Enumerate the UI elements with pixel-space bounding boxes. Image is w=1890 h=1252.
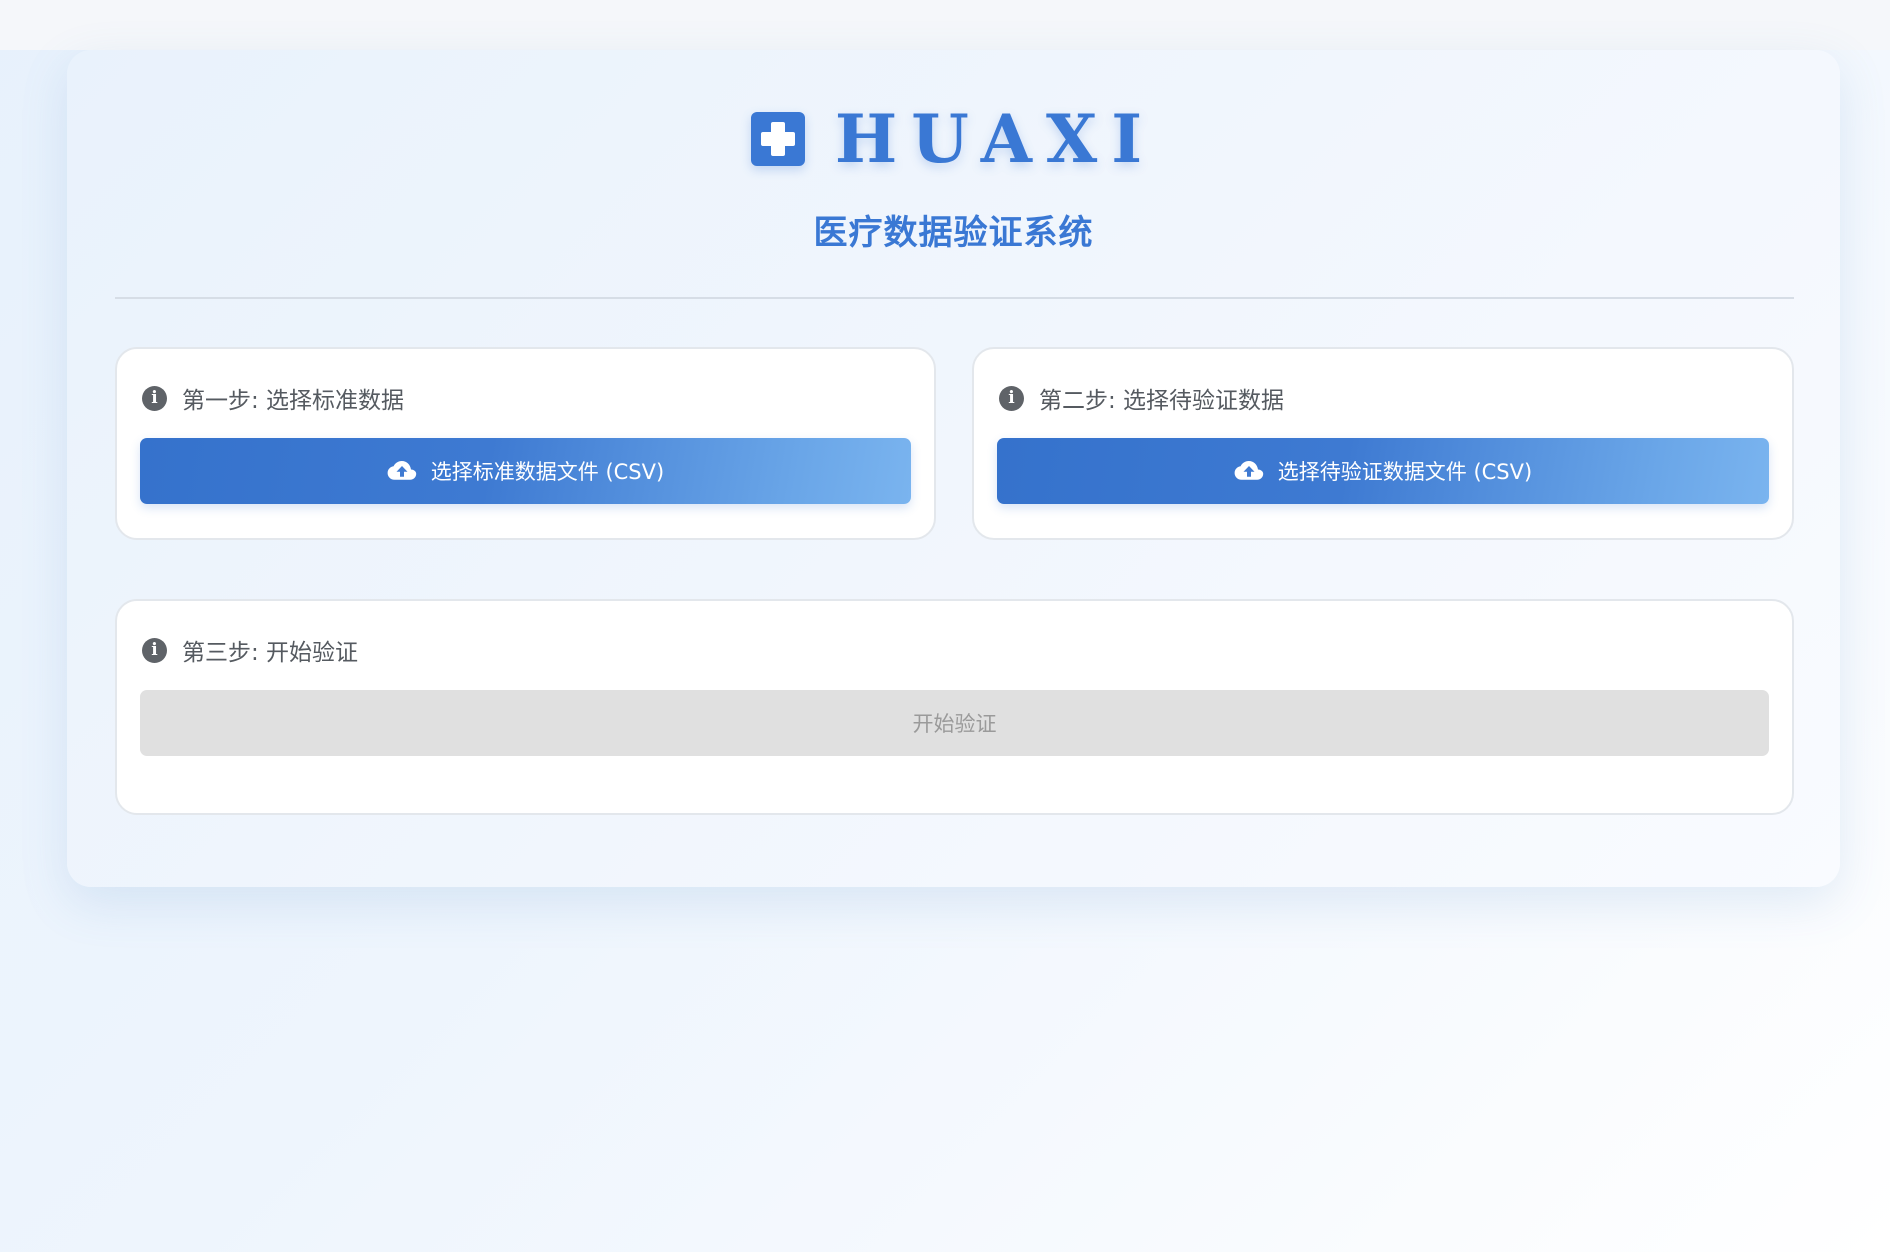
step-1-title: i 第一步: 选择标准数据: [142, 381, 404, 415]
top-bar: [0, 0, 1890, 50]
info-icon: i: [142, 637, 167, 663]
header-divider: [115, 297, 1794, 299]
step-2-panel: i 第二步: 选择待验证数据 选择待验证数据文件 (CSV): [972, 347, 1794, 540]
step-2-title: i 第二步: 选择待验证数据: [999, 381, 1284, 415]
select-standard-file-label: 选择标准数据文件 (CSV): [430, 460, 665, 484]
step-2-title-text: 第二步: 选择待验证数据: [1039, 388, 1285, 414]
select-standard-file-button[interactable]: 选择标准数据文件 (CSV): [140, 438, 911, 504]
page-subtitle: 医疗数据验证系统: [813, 213, 1094, 253]
step-3-title: i 第三步: 开始验证: [142, 633, 358, 667]
step-1-panel: i 第一步: 选择标准数据 选择标准数据文件 (CSV): [115, 347, 936, 540]
info-icon: i: [999, 385, 1024, 411]
step-3-title-text: 第三步: 开始验证: [182, 640, 359, 666]
brand-header: HUAXI: [67, 106, 1840, 172]
main-card: HUAXI 医疗数据验证系统 i 第一步: 选择标准数据 选择标准数据文件 (C…: [67, 50, 1840, 887]
start-validation-button[interactable]: 开始验证: [140, 690, 1769, 756]
brand-name: HUAXI: [834, 100, 1157, 178]
cloud-upload-icon: [1234, 460, 1264, 482]
info-icon: i: [142, 385, 167, 411]
select-validation-file-label: 选择待验证数据文件 (CSV): [1277, 460, 1533, 484]
select-validation-file-button[interactable]: 选择待验证数据文件 (CSV): [997, 438, 1769, 504]
cloud-upload-icon: [387, 460, 417, 482]
step-1-title-text: 第一步: 选择标准数据: [182, 388, 405, 414]
medical-cross-icon: [750, 112, 805, 166]
start-validation-label: 开始验证: [912, 712, 997, 736]
step-3-panel: i 第三步: 开始验证 开始验证: [115, 599, 1794, 815]
